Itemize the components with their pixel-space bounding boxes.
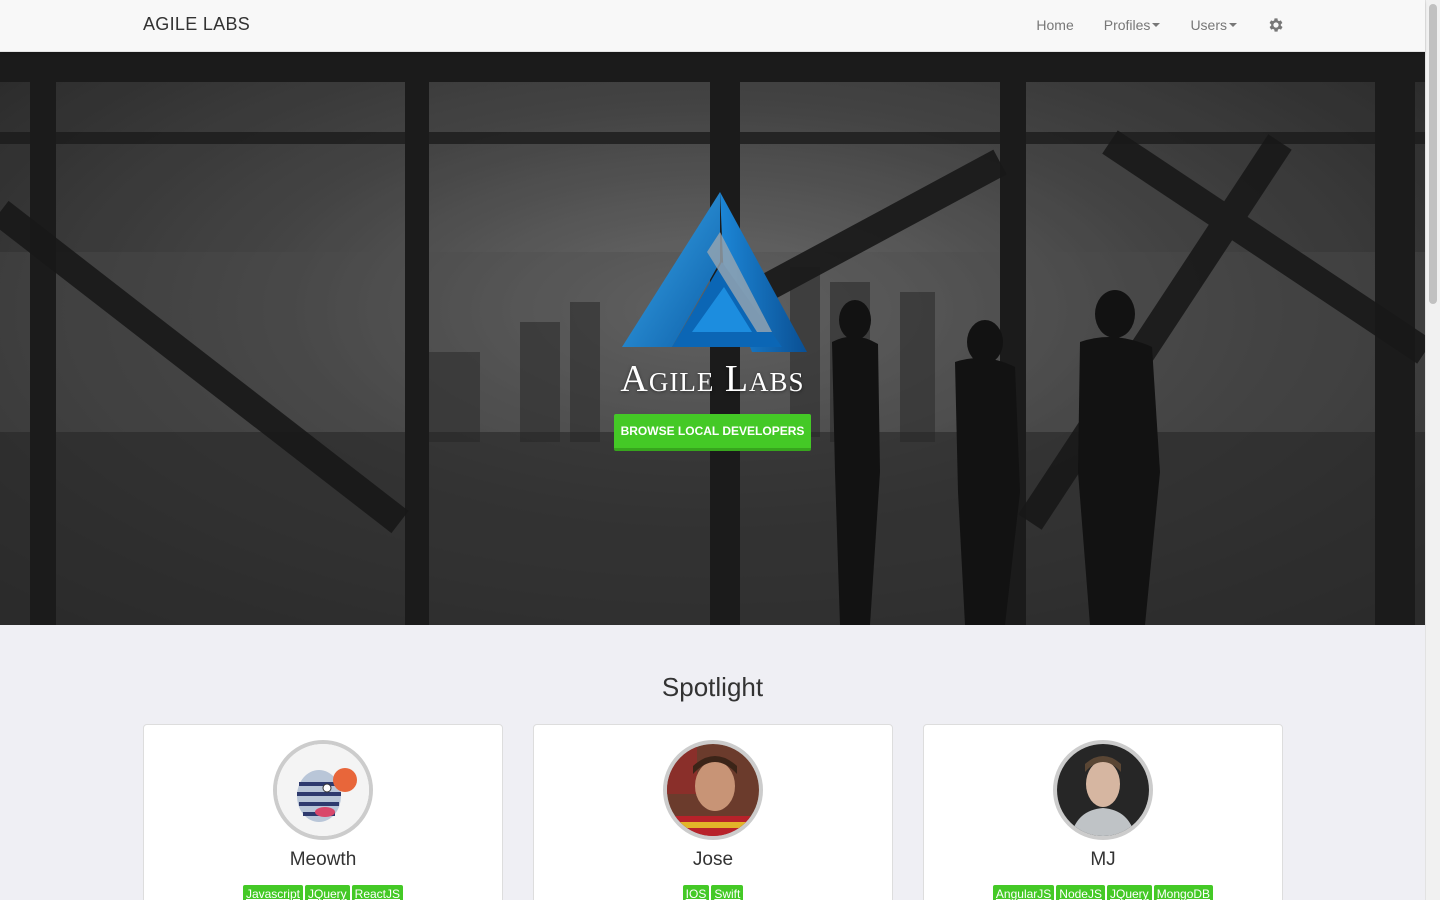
nav-home-link[interactable]: Home <box>1036 17 1073 33</box>
skill-tags: Javascript JQuery ReactJS <box>144 885 502 900</box>
caret-down-icon <box>1229 23 1237 27</box>
nav-profiles-label: Profiles <box>1103 17 1151 33</box>
spotlight-heading: Spotlight <box>661 672 764 702</box>
profile-card[interactable]: MJ AngularJS NodeJS JQuery MongoDB <box>923 724 1283 900</box>
nav-profiles-dropdown[interactable]: Profiles <box>1104 17 1161 33</box>
browse-developers-button[interactable]: BROWSE LOCAL DEVELOPERS <box>614 414 811 451</box>
hero-title: Agile Labs <box>620 358 805 400</box>
skill-tag[interactable]: ReactJS <box>351 885 404 900</box>
navbar: AGILE LABS Home Profiles Users <box>0 0 1425 52</box>
profile-card[interactable]: Meowth Javascript JQuery ReactJS <box>143 724 503 900</box>
jose-avatar-image <box>667 744 759 836</box>
nav-users-dropdown[interactable]: Users <box>1190 17 1237 33</box>
nav-links: Home Profiles Users <box>1006 0 1285 50</box>
page-scrollbar[interactable] <box>1425 0 1440 900</box>
caret-down-icon <box>1152 23 1161 27</box>
brand-link[interactable]: AGILE LABS <box>143 14 250 35</box>
nav-users-label: Users <box>1190 17 1227 33</box>
skill-tags: IOS Swift <box>534 885 892 900</box>
mj-avatar-image <box>1057 744 1149 836</box>
profile-card[interactable]: Jose IOS Swift <box>533 724 893 900</box>
skill-tags: AngularJS NodeJS JQuery MongoDB <box>924 885 1282 900</box>
skill-tag[interactable]: MongoDB <box>1153 885 1214 900</box>
hero-banner: Agile Labs BROWSE LOCAL DEVELOPERS <box>0 52 1425 625</box>
avatar[interactable] <box>273 740 373 840</box>
skill-tag[interactable]: AngularJS <box>992 885 1055 900</box>
profile-name: Meowth <box>289 849 357 870</box>
profile-name: MJ <box>1090 849 1116 870</box>
skill-tag[interactable]: IOS <box>682 885 710 900</box>
skill-tag[interactable]: JQuery <box>304 885 350 900</box>
skill-tag[interactable]: Javascript <box>242 885 303 900</box>
skill-tag[interactable]: NodeJS <box>1056 885 1105 900</box>
gear-icon[interactable] <box>1267 16 1285 34</box>
skill-tag[interactable]: Swift <box>711 885 744 900</box>
nav-home-label: Home <box>1036 17 1074 33</box>
profile-name: Jose <box>692 849 734 870</box>
scrollbar-thumb[interactable] <box>1429 4 1437 304</box>
agile-labs-logo-icon <box>622 192 807 352</box>
avatar[interactable] <box>1053 740 1153 840</box>
skill-tag[interactable]: JQuery <box>1107 885 1152 900</box>
meowth-avatar-image <box>277 744 369 836</box>
avatar[interactable] <box>663 740 763 840</box>
